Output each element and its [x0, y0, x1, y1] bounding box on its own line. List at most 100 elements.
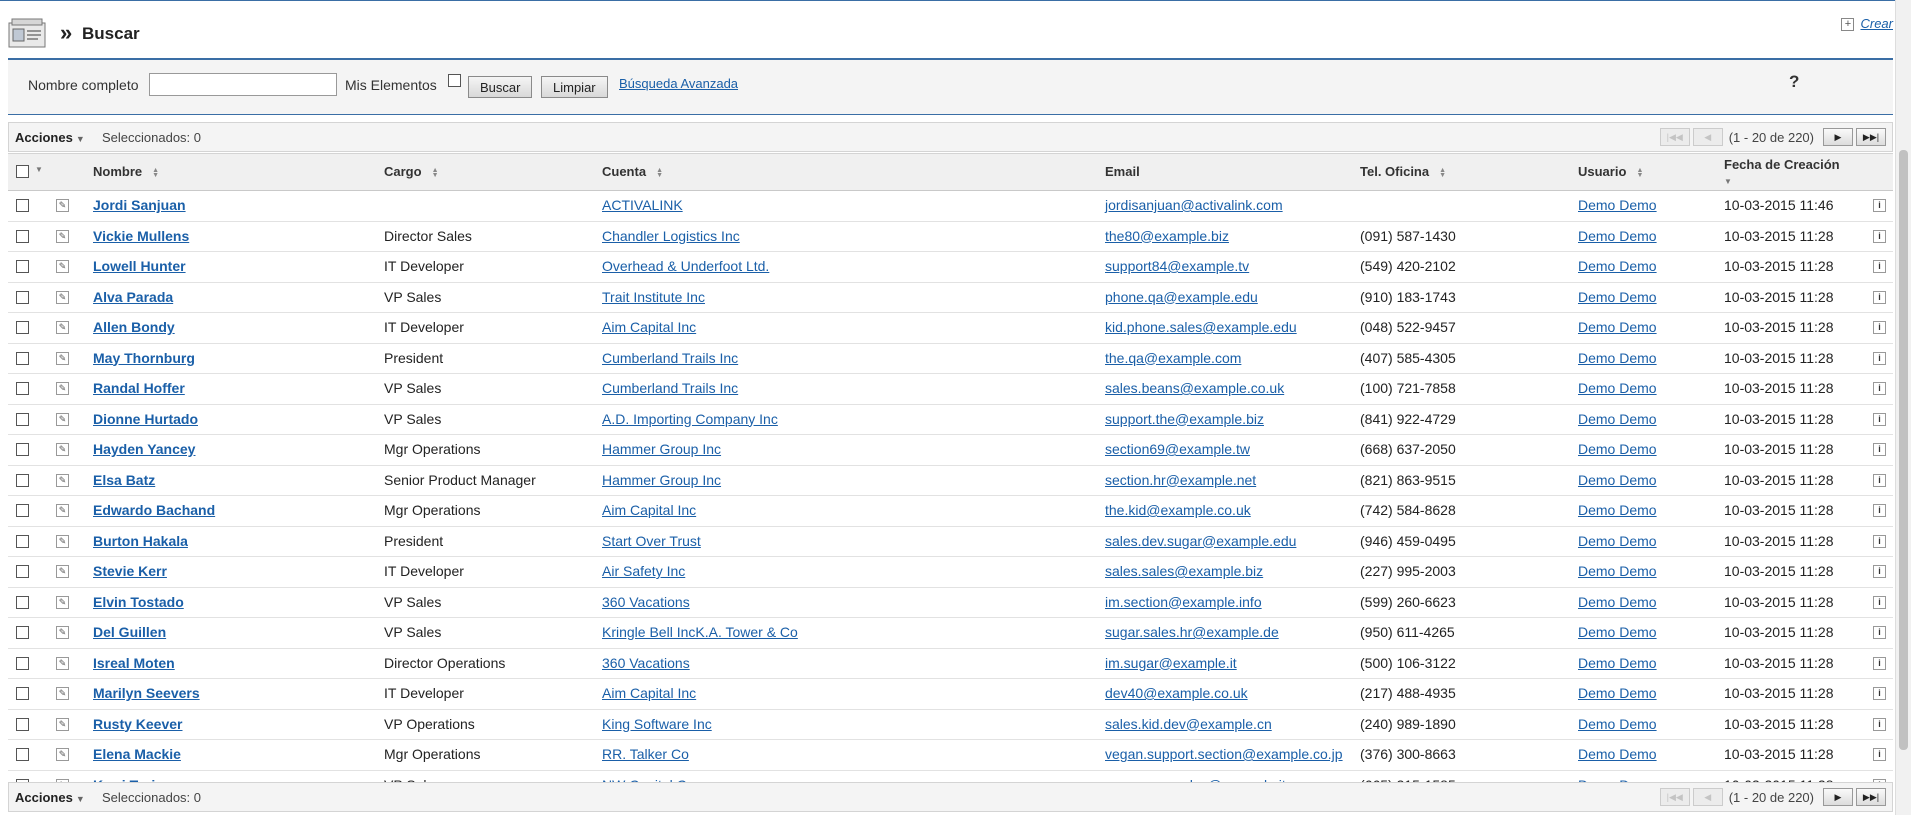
- edit-pencil-icon[interactable]: ✎: [56, 595, 69, 609]
- edit-pencil-icon[interactable]: ✎: [56, 626, 69, 639]
- email-link[interactable]: sales.dev.sugar@example.edu: [1105, 533, 1296, 549]
- contact-name-link[interactable]: Allen Bondy: [93, 319, 175, 335]
- assigned-user-link[interactable]: Demo Demo: [1578, 502, 1657, 518]
- info-icon[interactable]: i: [1873, 687, 1886, 700]
- email-link[interactable]: phone.qa@example.edu: [1105, 289, 1258, 305]
- contact-name-link[interactable]: Isreal Moten: [93, 655, 175, 671]
- account-link[interactable]: 360 Vacations: [602, 594, 690, 610]
- clear-button[interactable]: Limpiar: [541, 76, 608, 98]
- row-checkbox[interactable]: [16, 748, 29, 761]
- row-checkbox[interactable]: [16, 443, 29, 456]
- info-icon[interactable]: i: [1873, 199, 1886, 212]
- account-link[interactable]: Hammer Group Inc: [602, 441, 721, 457]
- email-link[interactable]: im.section@example.info: [1105, 594, 1262, 610]
- info-icon[interactable]: i: [1873, 229, 1886, 243]
- info-icon[interactable]: i: [1873, 473, 1886, 487]
- column-header-created[interactable]: Fecha de Creación ▼: [1724, 157, 1840, 187]
- edit-pencil-icon[interactable]: ✎: [56, 504, 69, 517]
- contact-name-link[interactable]: Elena Mackie: [93, 746, 181, 762]
- email-link[interactable]: dev40@example.co.uk: [1105, 685, 1248, 701]
- edit-pencil-icon[interactable]: ✎: [56, 717, 69, 731]
- column-header-name[interactable]: Nombre ▲ ▼: [93, 164, 160, 179]
- scrollbar-thumb[interactable]: [1899, 150, 1908, 750]
- row-checkbox[interactable]: [16, 504, 29, 517]
- assigned-user-link[interactable]: Demo Demo: [1578, 228, 1657, 244]
- info-icon[interactable]: i: [1873, 656, 1886, 670]
- next-page-icon[interactable]: ▶: [1823, 128, 1853, 147]
- row-checkbox[interactable]: [16, 229, 29, 243]
- info-icon[interactable]: i: [1873, 290, 1886, 304]
- contact-name-link[interactable]: Rusty Keever: [93, 716, 183, 732]
- advanced-search-link[interactable]: Búsqueda Avanzada: [619, 76, 738, 91]
- sort-arrows-icon[interactable]: ▲ ▼: [431, 167, 440, 179]
- contact-name-link[interactable]: Stevie Kerr: [93, 563, 167, 579]
- next-page-icon[interactable]: ▶: [1823, 788, 1853, 807]
- row-checkbox[interactable]: [16, 199, 29, 212]
- account-link[interactable]: Overhead & Underfoot Ltd.: [602, 258, 769, 274]
- email-link[interactable]: sales.sales@example.biz: [1105, 563, 1263, 579]
- account-link[interactable]: Aim Capital Inc: [602, 502, 696, 518]
- select-all-checkbox[interactable]: [16, 165, 29, 178]
- info-icon[interactable]: i: [1873, 504, 1886, 517]
- contact-name-link[interactable]: Jordi Sanjuan: [93, 197, 186, 213]
- info-icon[interactable]: i: [1873, 351, 1886, 365]
- row-checkbox[interactable]: [16, 321, 29, 334]
- row-checkbox[interactable]: [16, 534, 29, 548]
- assigned-user-link[interactable]: Demo Demo: [1578, 685, 1657, 701]
- actions-menu[interactable]: Acciones ▼: [15, 790, 85, 805]
- sort-arrows-icon[interactable]: ▲ ▼: [1438, 167, 1447, 179]
- edit-pencil-icon[interactable]: ✎: [56, 229, 69, 243]
- contact-name-link[interactable]: Burton Hakala: [93, 533, 188, 549]
- row-checkbox[interactable]: [16, 290, 29, 304]
- account-link[interactable]: Trait Institute Inc: [602, 289, 705, 305]
- assigned-user-link[interactable]: Demo Demo: [1578, 197, 1657, 213]
- my-items-checkbox[interactable]: [448, 74, 461, 87]
- actions-menu[interactable]: Acciones ▼: [15, 130, 85, 145]
- sort-arrows-icon[interactable]: ▲ ▼: [1635, 167, 1644, 179]
- column-header-phone[interactable]: Tel. Oficina ▲ ▼: [1360, 164, 1447, 179]
- account-link[interactable]: ACTIVALINK: [602, 197, 683, 213]
- email-link[interactable]: section.hr@example.net: [1105, 472, 1256, 488]
- edit-pencil-icon[interactable]: ✎: [56, 321, 69, 334]
- account-link[interactable]: Start Over Trust: [602, 533, 701, 549]
- last-page-icon[interactable]: ▶▶|: [1856, 788, 1886, 807]
- email-link[interactable]: jordisanjuan@activalink.com: [1105, 197, 1283, 213]
- column-header-email[interactable]: Email: [1105, 164, 1140, 179]
- contact-name-link[interactable]: Dionne Hurtado: [93, 411, 198, 427]
- contact-name-link[interactable]: Vickie Mullens: [93, 228, 189, 244]
- contact-name-link[interactable]: Elsa Batz: [93, 472, 155, 488]
- edit-pencil-icon[interactable]: ✎: [56, 260, 69, 273]
- vertical-scrollbar[interactable]: [1895, 0, 1911, 815]
- contact-name-link[interactable]: Lowell Hunter: [93, 258, 186, 274]
- email-link[interactable]: support.the@example.biz: [1105, 411, 1264, 427]
- assigned-user-link[interactable]: Demo Demo: [1578, 258, 1657, 274]
- account-link[interactable]: Aim Capital Inc: [602, 685, 696, 701]
- assigned-user-link[interactable]: Demo Demo: [1578, 594, 1657, 610]
- sort-arrows-icon[interactable]: ▲ ▼: [655, 167, 664, 179]
- info-icon[interactable]: i: [1873, 748, 1886, 761]
- contact-name-link[interactable]: Randal Hoffer: [93, 380, 185, 396]
- assigned-user-link[interactable]: Demo Demo: [1578, 380, 1657, 396]
- row-checkbox[interactable]: [16, 595, 29, 609]
- email-link[interactable]: sales.kid.dev@example.cn: [1105, 716, 1272, 732]
- info-icon[interactable]: i: [1873, 443, 1886, 456]
- account-link[interactable]: King Software Inc: [602, 716, 712, 732]
- email-link[interactable]: kid.phone.sales@example.edu: [1105, 319, 1297, 335]
- search-button[interactable]: Buscar: [468, 76, 533, 98]
- assigned-user-link[interactable]: Demo Demo: [1578, 289, 1657, 305]
- account-link[interactable]: 360 Vacations: [602, 655, 690, 671]
- edit-pencil-icon[interactable]: ✎: [56, 199, 69, 212]
- row-checkbox[interactable]: [16, 717, 29, 731]
- assigned-user-link[interactable]: Demo Demo: [1578, 411, 1657, 427]
- info-icon[interactable]: i: [1873, 717, 1886, 731]
- account-link[interactable]: Air Safety Inc: [602, 563, 685, 579]
- column-header-user[interactable]: Usuario ▲ ▼: [1578, 164, 1644, 179]
- assigned-user-link[interactable]: Demo Demo: [1578, 319, 1657, 335]
- account-link[interactable]: A.D. Importing Company Inc: [602, 411, 778, 427]
- account-link[interactable]: Cumberland Trails Inc: [602, 350, 738, 366]
- last-page-icon[interactable]: ▶▶|: [1856, 128, 1886, 147]
- email-link[interactable]: sales.beans@example.co.uk: [1105, 380, 1284, 396]
- row-checkbox[interactable]: [16, 382, 29, 395]
- edit-pencil-icon[interactable]: ✎: [56, 656, 69, 670]
- row-checkbox[interactable]: [16, 656, 29, 670]
